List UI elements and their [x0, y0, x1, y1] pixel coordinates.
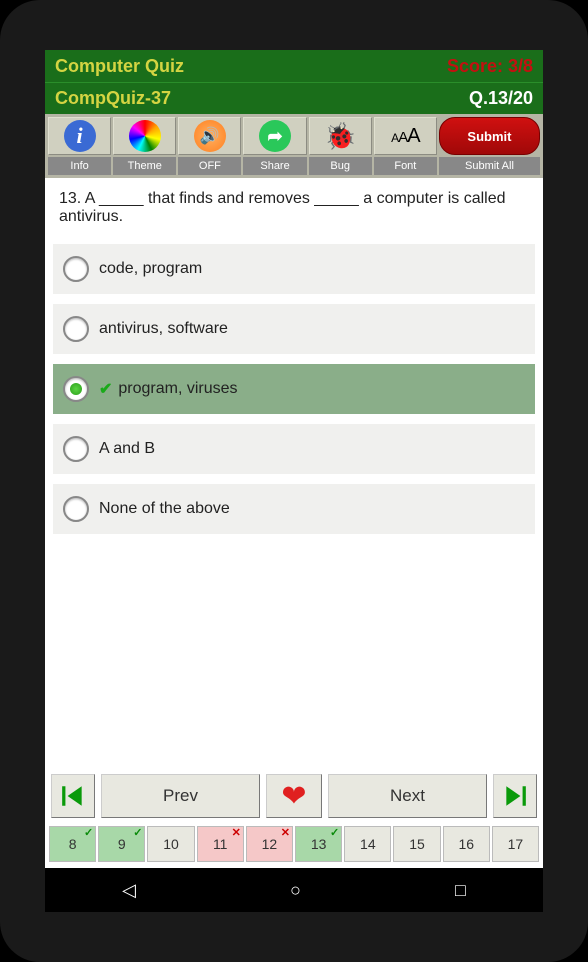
font-label: Font [374, 157, 437, 175]
toolbar: i Info Theme 🔊 OFF ➦ Share 🐞 Bug [45, 114, 543, 178]
recents-icon[interactable]: □ [455, 880, 466, 901]
q-cell-11[interactable]: 11✕ [197, 826, 244, 862]
info-label: Info [48, 157, 111, 175]
sound-button[interactable]: 🔊 [178, 117, 241, 155]
q-cell-8[interactable]: 8✓ [49, 826, 96, 862]
score-label: Score: 3/8 [447, 56, 533, 77]
sound-label: OFF [178, 157, 241, 175]
radio-icon [63, 436, 89, 462]
check-icon: ✔ [99, 379, 112, 399]
bug-icon: 🐞 [324, 121, 356, 152]
option-4[interactable]: None of the above [53, 484, 535, 534]
radio-icon [63, 496, 89, 522]
system-nav: ◁ ○ □ [45, 868, 543, 912]
check-icon: ✓ [133, 826, 142, 839]
option-1[interactable]: antivirus, software [53, 304, 535, 354]
option-3[interactable]: A and B [53, 424, 535, 474]
option-label: A and B [99, 440, 155, 458]
radio-icon [63, 316, 89, 342]
header-sub: CompQuiz-37 Q.13/20 [45, 82, 543, 114]
font-icon: AAA [391, 125, 419, 148]
first-button[interactable] [51, 774, 95, 818]
share-icon: ➦ [259, 120, 291, 152]
prev-button[interactable]: Prev [101, 774, 260, 818]
home-icon[interactable]: ○ [290, 880, 301, 901]
q-cell-15[interactable]: 15 [393, 826, 440, 862]
nav-bar: Prev ❤ Next [45, 768, 543, 824]
question-area: 13. A _____ that finds and removes _____… [45, 178, 543, 768]
device-frame: Computer Quiz Score: 3/8 CompQuiz-37 Q.1… [0, 0, 588, 962]
back-icon[interactable]: ◁ [122, 880, 136, 901]
last-icon [502, 783, 528, 809]
heart-icon: ❤ [281, 779, 306, 814]
theme-label: Theme [113, 157, 176, 175]
header-top: Computer Quiz Score: 3/8 [45, 50, 543, 82]
theme-button[interactable] [113, 117, 176, 155]
cross-icon: ✕ [232, 826, 241, 839]
q-cell-12[interactable]: 12✕ [246, 826, 293, 862]
option-2[interactable]: ✔ program, viruses [53, 364, 535, 414]
question-counter: Q.13/20 [469, 88, 533, 109]
favorite-button[interactable]: ❤ [266, 774, 322, 818]
option-label: antivirus, software [99, 320, 228, 338]
radio-icon [63, 376, 89, 402]
check-icon: ✓ [84, 826, 93, 839]
option-0[interactable]: code, program [53, 244, 535, 294]
app-title: Computer Quiz [55, 56, 184, 77]
check-icon: ✓ [330, 826, 339, 839]
share-label: Share [243, 157, 306, 175]
sound-icon: 🔊 [194, 120, 226, 152]
submit-button[interactable]: Submit [439, 117, 540, 155]
theme-icon [129, 120, 161, 152]
q-cell-16[interactable]: 16 [443, 826, 490, 862]
option-label: None of the above [99, 500, 230, 518]
q-cell-13[interactable]: 13✓ [295, 826, 342, 862]
bug-button[interactable]: 🐞 [309, 117, 372, 155]
share-button[interactable]: ➦ [243, 117, 306, 155]
option-label: program, viruses [118, 380, 237, 398]
option-label: code, program [99, 260, 202, 278]
next-button[interactable]: Next [328, 774, 487, 818]
next-label: Next [390, 786, 425, 806]
prev-label: Prev [163, 786, 198, 806]
cross-icon: ✕ [281, 826, 290, 839]
q-cell-17[interactable]: 17 [492, 826, 539, 862]
question-grid: 8✓9✓1011✕12✕13✓14151617 [45, 824, 543, 868]
info-button[interactable]: i [48, 117, 111, 155]
info-icon: i [64, 120, 96, 152]
first-icon [60, 783, 86, 809]
q-cell-9[interactable]: 9✓ [98, 826, 145, 862]
bug-label: Bug [309, 157, 372, 175]
q-cell-14[interactable]: 14 [344, 826, 391, 862]
options-list: code, program antivirus, software ✔ program… [53, 244, 535, 534]
submit-label: Submit [467, 129, 511, 144]
submit-all-label: Submit All [439, 157, 540, 175]
q-cell-10[interactable]: 10 [147, 826, 194, 862]
app-screen: Computer Quiz Score: 3/8 CompQuiz-37 Q.1… [45, 50, 543, 912]
last-button[interactable] [493, 774, 537, 818]
font-button[interactable]: AAA [374, 117, 437, 155]
quiz-name: CompQuiz-37 [55, 88, 171, 109]
question-text: 13. A _____ that finds and removes _____… [53, 190, 535, 226]
radio-icon [63, 256, 89, 282]
